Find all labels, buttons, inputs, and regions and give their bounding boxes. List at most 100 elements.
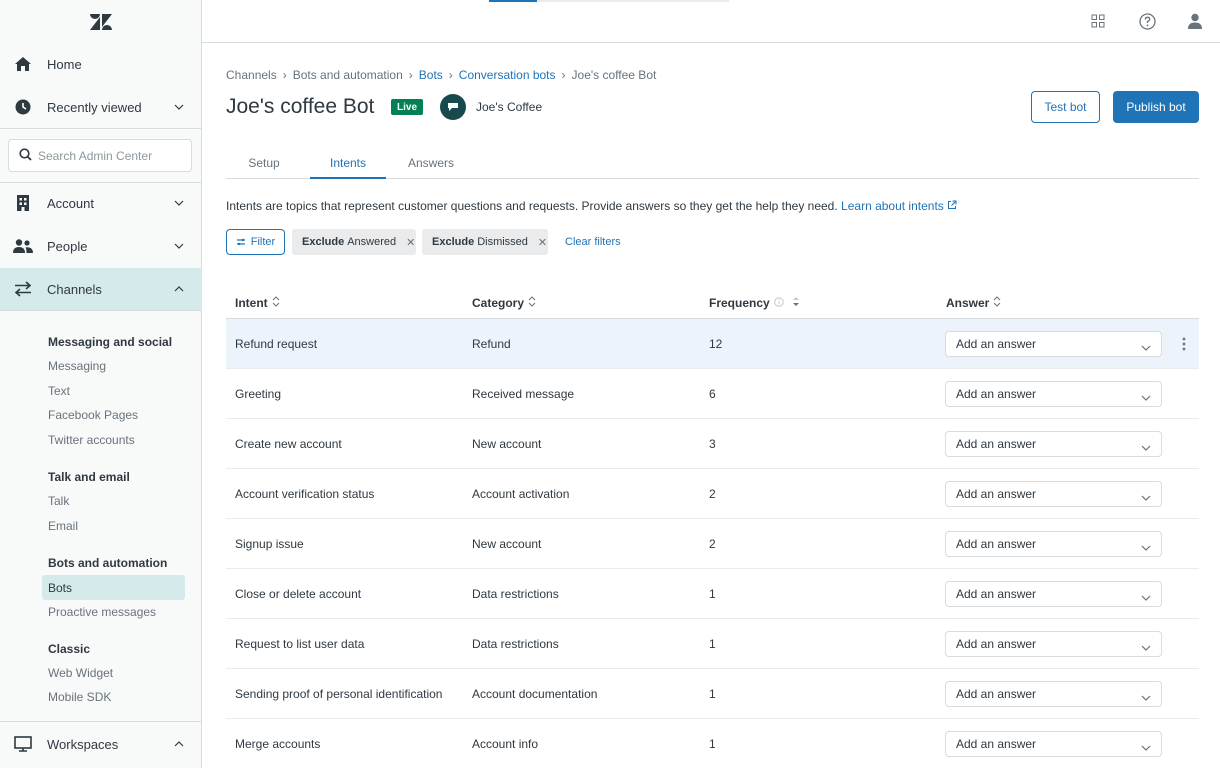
cell-category: Data restrictions: [472, 587, 559, 601]
intents-description: Intents are topics that represent custom…: [226, 199, 957, 213]
chevron-down-icon: [1141, 540, 1151, 554]
sidebar-item-proactive-messages[interactable]: Proactive messages: [48, 605, 156, 619]
answer-select-value: Add an answer: [956, 537, 1037, 551]
zendesk-logo-icon: [89, 13, 112, 30]
breadcrumb-channels[interactable]: Channels: [226, 68, 277, 82]
answer-select[interactable]: Add an answer: [945, 381, 1162, 407]
nav-workspaces-label: Workspaces: [47, 736, 119, 752]
sidebar-item-mobile-sdk[interactable]: Mobile SDK: [48, 690, 111, 704]
chevron-down-icon: [174, 104, 186, 110]
cell-frequency: 3: [709, 437, 716, 451]
sort-icon: [993, 296, 1001, 310]
building-icon: [12, 192, 34, 214]
close-icon[interactable]: ✕: [538, 236, 547, 249]
column-header-category[interactable]: Category: [472, 296, 536, 310]
column-header-frequency-label: Frequency: [709, 296, 770, 310]
table-row[interactable]: Signup issue New account 2 Add an answer: [226, 519, 1199, 569]
close-icon[interactable]: ✕: [406, 236, 415, 249]
search-input[interactable]: [38, 148, 188, 163]
cell-frequency: 1: [709, 637, 716, 651]
nav-channels-label: Channels: [47, 281, 102, 297]
chevron-down-icon: [1141, 340, 1151, 354]
answer-select[interactable]: Add an answer: [945, 431, 1162, 457]
cell-category: Account info: [472, 737, 539, 751]
breadcrumb-bots[interactable]: Bots: [419, 68, 443, 82]
nav-account[interactable]: Account: [0, 182, 202, 224]
search-box[interactable]: [8, 139, 192, 172]
table-row[interactable]: Request to list user data Data restricti…: [226, 619, 1199, 669]
sidebar-item-text[interactable]: Text: [48, 384, 70, 398]
cell-intent: Create new account: [235, 437, 342, 451]
table-row[interactable]: Sending proof of personal identification…: [226, 669, 1199, 719]
chevron-down-icon: [1141, 490, 1151, 504]
answer-select[interactable]: Add an answer: [945, 681, 1162, 707]
tab-intents[interactable]: Intents: [310, 148, 386, 179]
column-header-answer[interactable]: Answer: [946, 296, 1001, 310]
sidebar: Home Recently viewed Account People: [0, 0, 202, 768]
tab-bar: Setup Intents Answers: [226, 148, 1199, 179]
breadcrumb-bots-automation[interactable]: Bots and automation: [293, 68, 403, 82]
sidebar-item-facebook-pages[interactable]: Facebook Pages: [48, 408, 138, 422]
column-header-frequency[interactable]: Frequency: [709, 296, 800, 310]
answer-select[interactable]: Add an answer: [945, 631, 1162, 657]
arrows-exchange-icon: [12, 278, 34, 300]
nav-workspaces[interactable]: Workspaces: [0, 723, 202, 765]
filter-icon: [236, 238, 245, 246]
zendesk-logo[interactable]: [0, 0, 201, 43]
tab-setup[interactable]: Setup: [234, 148, 294, 179]
user-avatar-icon[interactable]: [1185, 11, 1205, 31]
answer-select[interactable]: Add an answer: [945, 331, 1162, 357]
tab-answers[interactable]: Answers: [398, 148, 464, 179]
table-row[interactable]: Create new account New account 3 Add an …: [226, 419, 1199, 469]
chip-value: Dismissed: [477, 236, 528, 248]
chevron-down-icon: [1141, 740, 1151, 754]
answer-select[interactable]: Add an answer: [945, 731, 1162, 757]
answer-select[interactable]: Add an answer: [945, 581, 1162, 607]
filter-chip-dismissed: Exclude Dismissed ✕: [422, 229, 548, 255]
nav-channels[interactable]: Channels: [0, 268, 202, 310]
table-row[interactable]: Merge accounts Account info 1 Add an ans…: [226, 719, 1199, 768]
chevron-down-icon: [1141, 590, 1151, 604]
cell-intent: Greeting: [235, 387, 282, 401]
filter-label: Filter: [250, 236, 276, 248]
answer-select-value: Add an answer: [956, 587, 1037, 601]
sidebar-item-twitter-accounts[interactable]: Twitter accounts: [48, 433, 135, 447]
cell-intent: Request to list user data: [235, 637, 365, 651]
more-options-icon[interactable]: [1176, 334, 1192, 354]
nav-recently-viewed[interactable]: Recently viewed: [0, 86, 202, 128]
breadcrumb-conversation-bots[interactable]: Conversation bots: [459, 68, 556, 82]
column-header-intent[interactable]: Intent: [235, 296, 280, 310]
table-row[interactable]: Close or delete account Data restriction…: [226, 569, 1199, 619]
clear-filters-link[interactable]: Clear filters: [565, 236, 621, 248]
column-header-category-label: Category: [472, 296, 525, 310]
help-icon[interactable]: [1137, 11, 1157, 31]
test-bot-button[interactable]: Test bot: [1031, 91, 1100, 123]
sidebar-item-messaging[interactable]: Messaging: [48, 359, 106, 373]
page-title: Joe's coffee Bot: [226, 95, 375, 118]
clock-icon: [12, 96, 34, 118]
sidebar-item-talk[interactable]: Talk: [48, 494, 69, 508]
product-tray-icon[interactable]: [1088, 11, 1108, 31]
sidebar-item-email[interactable]: Email: [48, 519, 78, 533]
table-row[interactable]: Greeting Received message 6 Add an answe…: [226, 369, 1199, 419]
info-icon[interactable]: [773, 296, 784, 310]
nav-people[interactable]: People: [0, 225, 202, 267]
filter-chip-answered: Exclude Answered ✕: [292, 229, 416, 255]
publish-bot-button[interactable]: Publish bot: [1113, 91, 1199, 123]
chevron-up-icon: [174, 286, 186, 292]
answer-select[interactable]: Add an answer: [945, 481, 1162, 507]
chevron-right-icon: ›: [561, 68, 566, 82]
cell-frequency: 1: [709, 587, 716, 601]
table-row[interactable]: Account verification status Account acti…: [226, 469, 1199, 519]
answer-select[interactable]: Add an answer: [945, 531, 1162, 557]
learn-about-intents-link[interactable]: Learn about intents: [841, 199, 957, 213]
sidebar-divider: [0, 310, 202, 311]
cell-intent: Close or delete account: [235, 587, 362, 601]
table-row[interactable]: Refund request Refund 12 Add an answer: [226, 319, 1199, 369]
sidebar-item-bots[interactable]: Bots: [42, 575, 185, 600]
section-heading-messaging: Messaging and social: [48, 335, 173, 349]
answer-select-value: Add an answer: [956, 637, 1037, 651]
sidebar-item-web-widget[interactable]: Web Widget: [48, 666, 113, 680]
nav-home[interactable]: Home: [0, 43, 202, 85]
filter-button[interactable]: Filter: [226, 229, 285, 255]
